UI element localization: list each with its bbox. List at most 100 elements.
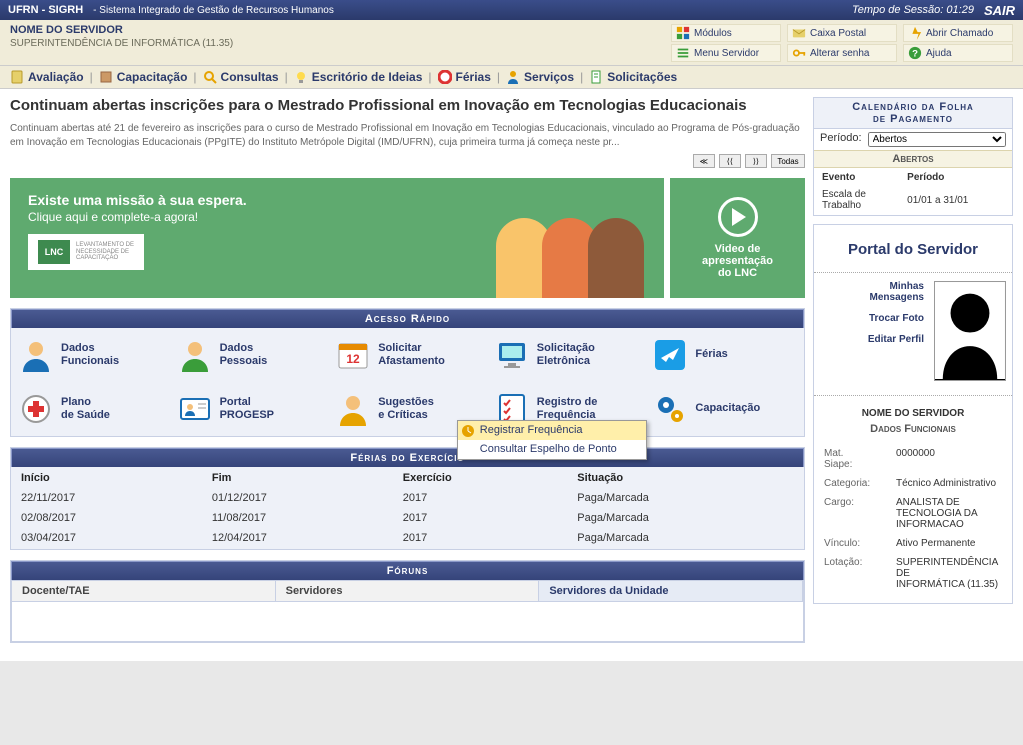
- help-icon: ?: [908, 46, 922, 60]
- portal-title: Portal do Servidor: [814, 225, 1012, 273]
- quick-dados-funcionais[interactable]: Dados Funcionais: [11, 328, 170, 382]
- news-next-button[interactable]: ⟩⟩: [745, 154, 767, 168]
- monitor-icon: [495, 338, 529, 372]
- banner: Existe uma missão à sua espera. Clique a…: [10, 178, 805, 298]
- session-label: Tempo de Sessão:: [852, 4, 943, 16]
- person-icon: [506, 70, 520, 84]
- svg-text:12: 12: [347, 352, 361, 366]
- plane-icon: [653, 338, 687, 372]
- book-icon: [99, 70, 113, 84]
- clock-icon: [461, 424, 475, 438]
- menu-servicos[interactable]: Serviços: [506, 70, 574, 84]
- play-icon: [718, 197, 758, 237]
- news-block: Continuam abertas inscrições para o Mest…: [10, 97, 805, 168]
- menu-icon: [676, 46, 690, 60]
- popup-registrar-frequencia[interactable]: Registrar Frequência: [458, 421, 646, 440]
- sub-bar: NOME DO SERVIDOR SUPERINTENDÊNCIA DE INF…: [0, 20, 1023, 66]
- news-all-button[interactable]: Todas: [771, 154, 805, 168]
- mailbox-icon: [792, 26, 806, 40]
- quick-capacitacao[interactable]: Capacitação: [645, 382, 804, 436]
- editar-perfil-link[interactable]: Editar Perfil: [868, 334, 924, 345]
- portal-servidor-nome: NOME DO SERVIDOR: [814, 395, 1012, 419]
- search-icon: [203, 70, 217, 84]
- quick-access-header: Acesso Rápido: [11, 309, 804, 328]
- servidor-dept: SUPERINTENDÊNCIA DE INFORMÁTICA (11.35): [10, 38, 671, 49]
- logout-link[interactable]: SAIR: [984, 3, 1015, 18]
- forum-tab-docente[interactable]: Docente/TAE: [12, 581, 276, 601]
- menu-consultas[interactable]: Consultas: [203, 70, 279, 84]
- gears-icon: [653, 392, 687, 426]
- health-icon: [19, 392, 53, 426]
- portal-servidor-box: Portal do Servidor Minhas Mensagens Troc…: [813, 224, 1013, 604]
- user-blue-icon: [19, 338, 53, 372]
- ferias-col-situacao: Situação: [569, 469, 802, 487]
- abrir-chamado-link[interactable]: Abrir Chamado: [903, 24, 1013, 42]
- menu-bar: Avaliação| Capacitação| Consultas| Escri…: [0, 66, 1023, 89]
- lifebuoy-icon: [438, 70, 452, 84]
- system-name: - Sistema Integrado de Gestão de Recurso…: [93, 5, 334, 16]
- ferias-box: Férias do Exercício Início Fim Exercício…: [10, 447, 805, 550]
- doc-icon: [589, 70, 603, 84]
- menu-servidor-link[interactable]: Menu Servidor: [671, 44, 781, 62]
- abertos-subhead: Abertos: [814, 150, 1012, 168]
- quick-access-box: Acesso Rápido Dados Funcionais Dados Pes…: [10, 308, 805, 437]
- ferias-table: Início Fim Exercício Situação 22/11/2017…: [11, 467, 804, 549]
- table-row: 22/11/201701/12/20172017Paga/Marcada: [13, 489, 802, 507]
- quick-dados-pessoais[interactable]: Dados Pessoais: [170, 328, 329, 382]
- ferias-header: Férias do Exercício: [11, 448, 804, 467]
- ferias-col-fim: Fim: [204, 469, 393, 487]
- modulos-link[interactable]: Módulos: [671, 24, 781, 42]
- top-bar: UFRN - SIGRH - Sistema Integrado de Gest…: [0, 0, 1023, 20]
- alterar-senha-link[interactable]: Alterar senha: [787, 44, 897, 62]
- ajuda-link[interactable]: ?Ajuda: [903, 44, 1013, 62]
- banner-lnc-link[interactable]: Existe uma missão à sua espera. Clique a…: [10, 178, 664, 298]
- news-prev-button[interactable]: ⟨⟨: [719, 154, 741, 168]
- calendar-box: Calendário da Folha de Pagamento Período…: [813, 97, 1013, 216]
- menu-escritorio[interactable]: Escritório de Ideias: [294, 70, 423, 84]
- menu-solicitacoes[interactable]: Solicitações: [589, 70, 677, 84]
- quick-ferias[interactable]: Férias: [645, 328, 804, 382]
- system-acronym: UFRN - SIGRH: [8, 4, 83, 16]
- user-green-icon: [178, 338, 212, 372]
- menu-avaliacao[interactable]: Avaliação: [10, 70, 84, 84]
- menu-capacitacao[interactable]: Capacitação: [99, 70, 188, 84]
- ferias-col-inicio: Início: [13, 469, 202, 487]
- table-row: Escala de Trabalho01/01 a 31/01: [816, 187, 1010, 213]
- banner-people-illustration: [506, 218, 644, 298]
- periodo-select[interactable]: Abertos: [868, 132, 1006, 147]
- lnc-logo: LNC LEVANTAMENTO DE NECESSIDADE DE CAPAC…: [28, 234, 144, 270]
- banner-title: Existe uma missão à sua espera.: [28, 192, 646, 208]
- frequencia-popup: Registrar Frequência Consultar Espelho d…: [457, 420, 647, 460]
- caixa-postal-link[interactable]: Caixa Postal: [787, 24, 897, 42]
- key-icon: [792, 46, 806, 60]
- calendar-header: Calendário da Folha de Pagamento: [814, 98, 1012, 129]
- ferias-col-exercicio: Exercício: [395, 469, 568, 487]
- calendar-icon: 12: [336, 338, 370, 372]
- dados-funcionais-title: Dados Funcionais: [814, 423, 1012, 435]
- avatar: [934, 281, 1006, 381]
- quick-registro-frequencia[interactable]: Registro de Frequência Registrar Frequên…: [487, 382, 646, 436]
- quick-portal-progesp[interactable]: Portal PROGESP: [170, 382, 329, 436]
- forum-tab-servidores-unidade[interactable]: Servidores da Unidade: [539, 581, 803, 601]
- quick-plano-saude[interactable]: Plano de Saúde: [11, 382, 170, 436]
- chamado-icon: [908, 26, 922, 40]
- foruns-header: Fóruns: [11, 561, 804, 580]
- table-row: 03/04/201712/04/20172017Paga/Marcada: [13, 529, 802, 547]
- quick-solicitar-afastamento[interactable]: 12Solicitar Afastamento: [328, 328, 487, 382]
- forum-body: [11, 602, 804, 642]
- forum-tab-servidores[interactable]: Servidores: [276, 581, 540, 601]
- foruns-box: Fóruns Docente/TAE Servidores Servidores…: [10, 560, 805, 643]
- periodo-label: Período:: [820, 132, 862, 147]
- session-time: 01:29: [946, 4, 974, 16]
- news-body: Continuam abertas até 21 de fevereiro as…: [10, 122, 805, 150]
- popup-consultar-espelho[interactable]: Consultar Espelho de Ponto: [458, 440, 646, 459]
- banner-video-link[interactable]: Video de apresentação do LNC: [670, 178, 805, 298]
- quick-solicitacao-eletronica[interactable]: Solicitação Eletrônica: [487, 328, 646, 382]
- clipboard-icon: [10, 70, 24, 84]
- bulb-icon: [294, 70, 308, 84]
- news-first-button[interactable]: ≪: [693, 154, 715, 168]
- user-orange-icon: [336, 392, 370, 426]
- trocar-foto-link[interactable]: Trocar Foto: [869, 313, 924, 324]
- minhas-mensagens-link[interactable]: Minhas Mensagens: [870, 281, 924, 303]
- menu-ferias[interactable]: Férias: [438, 70, 491, 84]
